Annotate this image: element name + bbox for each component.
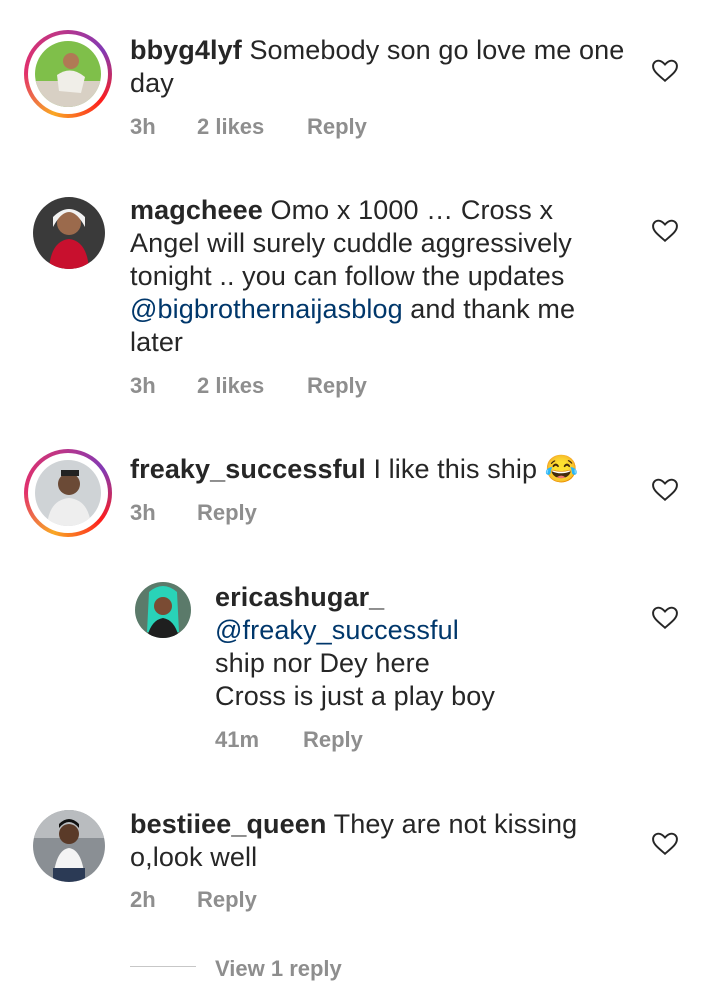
timestamp: 3h: [130, 500, 156, 525]
heart-outline-icon[interactable]: [652, 219, 678, 243]
timestamp: 41m: [215, 727, 260, 752]
comment-body: ship nor Dey here: [215, 648, 430, 678]
reply-button[interactable]: Reply: [307, 373, 367, 399]
heart-outline-icon[interactable]: [652, 478, 678, 502]
comment-body: I like this ship 😂: [373, 454, 579, 484]
comment-text: bestiiee_queen They are not kissing o,lo…: [130, 808, 600, 874]
timestamp: 3h: [130, 114, 156, 139]
reply-button[interactable]: Reply: [307, 114, 367, 140]
avatar[interactable]: [135, 582, 191, 638]
comment-body-line2: Cross is just a play boy: [215, 681, 496, 711]
reply-button[interactable]: Reply: [197, 887, 257, 913]
avatar[interactable]: [35, 41, 101, 107]
username[interactable]: bestiiee_queen: [130, 809, 326, 839]
username[interactable]: freaky_successful: [130, 454, 366, 484]
username[interactable]: ericashugar_: [215, 582, 384, 612]
comment-text: ericashugar_ @freaky_successful ship nor…: [215, 581, 515, 713]
avatar[interactable]: [33, 810, 105, 882]
timestamp: 2h: [130, 887, 156, 912]
heart-outline-icon[interactable]: [652, 606, 678, 630]
likes-count[interactable]: 2 likes: [197, 373, 264, 399]
comment-text: freaky_successful I like this ship 😂: [130, 453, 630, 486]
reply-button[interactable]: Reply: [197, 500, 257, 526]
mention-link[interactable]: @freaky_successful: [215, 615, 459, 645]
likes-count[interactable]: 2 likes: [197, 114, 264, 140]
heart-outline-icon[interactable]: [652, 59, 678, 83]
avatar[interactable]: [33, 197, 105, 269]
heart-outline-icon[interactable]: [652, 832, 678, 856]
avatar[interactable]: [35, 460, 101, 526]
timestamp: 3h: [130, 373, 156, 398]
mention-link[interactable]: @bigbrothernaijasblog: [130, 294, 403, 324]
divider-line: [130, 966, 196, 967]
username[interactable]: bbyg4lyf: [130, 35, 242, 65]
username[interactable]: magcheee: [130, 195, 263, 225]
comment-text: magcheee Omo x 1000 … Cross x Angel will…: [130, 194, 600, 359]
view-replies-button[interactable]: View 1 reply: [215, 956, 342, 982]
reply-button[interactable]: Reply: [303, 727, 363, 753]
comment-text: bbyg4lyf Somebody son go love me one day: [130, 34, 630, 100]
